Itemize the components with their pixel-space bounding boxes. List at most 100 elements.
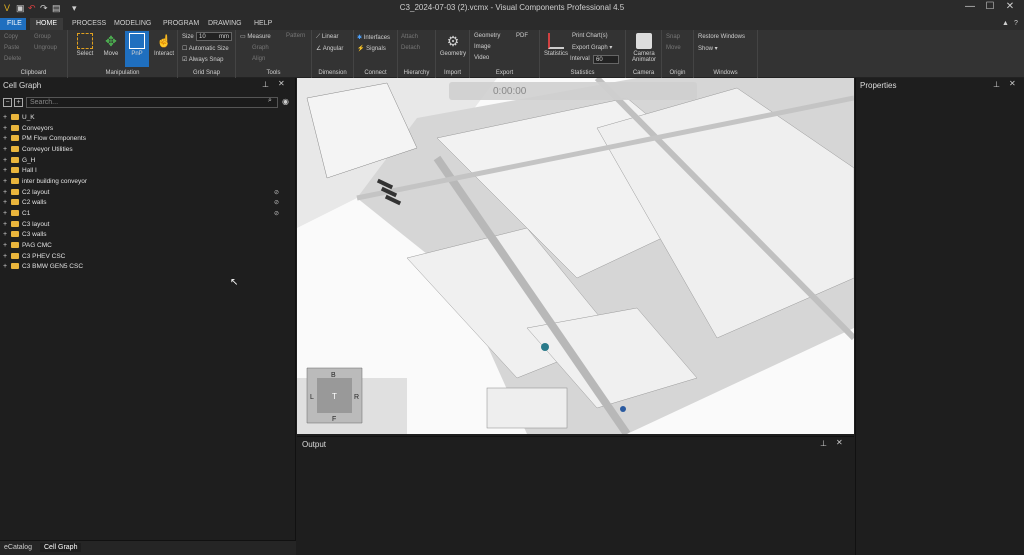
close-panel-icon[interactable]: ✕ [836, 438, 843, 447]
statistics-button[interactable]: Statistics [543, 33, 569, 57]
grid-snap-group: Size 10 mm ☐ Automatic Size ☑ Always Sna… [178, 30, 236, 78]
expand-icon[interactable]: + [3, 156, 11, 166]
tree-item-hall-i[interactable]: + Hall I [3, 166, 37, 176]
tab-process[interactable]: PROCESS [66, 18, 112, 30]
pdf-button[interactable]: PDF [516, 33, 528, 39]
pnp-button[interactable]: PnP [125, 31, 149, 67]
tab-ecatalog[interactable]: eCatalog [0, 543, 36, 552]
expand-icon[interactable]: + [3, 198, 11, 208]
expand-icon[interactable]: + [3, 177, 11, 187]
group-button[interactable]: Group [34, 34, 51, 40]
ungroup-button[interactable]: Ungroup [34, 45, 57, 51]
expand-icon[interactable]: + [3, 252, 11, 262]
navcube-front[interactable]: F [332, 416, 336, 423]
maximize-button[interactable]: ☐ [980, 1, 1000, 12]
interact-button[interactable]: ☝ Interact [152, 33, 176, 57]
close-panel-icon[interactable]: ✕ [1009, 79, 1016, 88]
signals-button[interactable]: ⚡ Signals [357, 45, 386, 52]
expand-icon[interactable]: + [3, 124, 11, 134]
linear-button[interactable]: ⟋ Linear [316, 34, 339, 41]
search-input[interactable]: Search... [26, 97, 278, 108]
tree-item-pag-cmc[interactable]: + PAG CMC [3, 241, 52, 251]
tab-modeling[interactable]: MODELING [108, 18, 157, 30]
expand-icon[interactable]: + [3, 134, 11, 144]
tab-help[interactable]: HELP [248, 18, 278, 30]
origin-snap-button[interactable]: Snap [666, 34, 680, 40]
tab-drawing[interactable]: DRAWING [202, 18, 248, 30]
move-button[interactable]: ✥ Move [100, 33, 122, 57]
3d-viewport[interactable]: 0:00:00 B L T R F [297, 78, 854, 434]
camera-animator-button[interactable]: Camera Animator [628, 33, 660, 63]
tab-file[interactable]: FILE [0, 18, 26, 30]
expand-icon[interactable]: + [3, 209, 11, 219]
navcube-top[interactable]: T [332, 392, 337, 401]
print-charts-button[interactable]: Print Chart(s) [572, 33, 608, 39]
expand-icon[interactable]: + [3, 241, 11, 251]
hidden-eye-icon[interactable]: ⊘ [274, 189, 282, 196]
expand-icon[interactable]: + [3, 188, 11, 198]
tree-item-c3-layout[interactable]: + C3 layout [3, 220, 49, 230]
delete-button[interactable]: Delete [4, 56, 21, 62]
tree-item-c3-bmw-gen5-csc[interactable]: + C3 BMW GEN5 CSC [3, 262, 83, 272]
export-graph-button[interactable]: Export Graph ▾ [572, 44, 612, 51]
pin-icon[interactable]: ⊥ [820, 439, 827, 448]
expand-icon[interactable]: + [3, 166, 11, 176]
tree-item-g-h[interactable]: + G_H [3, 156, 35, 166]
select-button[interactable]: Select [74, 33, 96, 57]
pin-icon[interactable]: ⊥ [993, 80, 1000, 89]
restore-windows-button[interactable]: Restore Windows [698, 34, 745, 40]
tab-program[interactable]: PROGRAM [157, 18, 205, 30]
tab-home[interactable]: HOME [30, 18, 63, 30]
video-button[interactable]: Video [474, 55, 489, 61]
expand-icon[interactable]: + [3, 262, 11, 272]
pin-icon[interactable]: ⊥ [262, 80, 269, 89]
export-geometry-button[interactable]: Geometry [474, 33, 500, 39]
expand-icon[interactable]: + [3, 145, 11, 155]
help-icon[interactable]: ? [1008, 18, 1024, 30]
pattern-button[interactable]: Pattern [286, 33, 305, 39]
measure-button[interactable]: ▭ Measure [240, 33, 271, 40]
visibility-icon[interactable]: ◉ [282, 97, 289, 106]
tree-item-c2-layout[interactable]: + C2 layout [3, 188, 49, 198]
detach-button[interactable]: Detach [401, 45, 420, 51]
close-panel-icon[interactable]: ✕ [278, 79, 285, 88]
attach-button[interactable]: Attach [401, 34, 418, 40]
expand-icon[interactable]: + [3, 113, 11, 123]
close-button[interactable]: ✕ [1000, 1, 1020, 12]
hidden-eye-icon[interactable]: ⊘ [274, 210, 282, 217]
navcube-left[interactable]: L [310, 394, 314, 401]
tree-item-conveyor-utilities[interactable]: + Conveyor Utilities [3, 145, 73, 155]
tree-item-c3-phev-csc[interactable]: + C3 PHEV CSC [3, 252, 65, 262]
expand-icon[interactable]: + [3, 220, 11, 230]
tree-item-c2-walls[interactable]: + C2 walls [3, 198, 47, 208]
paste-button[interactable]: Paste [4, 45, 19, 51]
automatic-size-checkbox[interactable]: ☐ Automatic Size [182, 45, 229, 52]
navcube-right[interactable]: R [354, 394, 359, 401]
tree-item-u-k[interactable]: + U_K [3, 113, 35, 123]
tree-item-pm-flow-components[interactable]: + PM Flow Components [3, 134, 86, 144]
tree-item-c3-walls[interactable]: + C3 walls [3, 230, 47, 240]
size-input[interactable]: 10 mm [196, 32, 232, 41]
angular-button[interactable]: ∠ Angular [316, 45, 343, 52]
always-snap-checkbox[interactable]: ☑ Always Snap [182, 56, 223, 63]
tree-item-inter-building-conveyor[interactable]: + inter building conveyor [3, 177, 87, 187]
show-button[interactable]: Show ▾ [698, 45, 718, 52]
import-geometry-button[interactable]: ⚙ Geometry [438, 33, 468, 57]
origin-move-button[interactable]: Move [666, 45, 681, 51]
minimize-button[interactable]: — [960, 1, 980, 12]
tree-item-c1[interactable]: + C1 [3, 209, 30, 219]
navcube-back[interactable]: B [331, 372, 336, 379]
expand-icon[interactable]: + [3, 230, 11, 240]
hidden-eye-icon[interactable]: ⊘ [274, 199, 282, 206]
interfaces-button[interactable]: ✱ Interfaces [357, 34, 390, 41]
search-icon[interactable]: ⌕ [268, 97, 272, 105]
tab-cell-graph[interactable]: Cell Graph [40, 543, 82, 552]
expand-all-icon[interactable]: + [14, 98, 23, 107]
collapse-all-icon[interactable]: − [3, 98, 12, 107]
graph-button[interactable]: Graph [252, 45, 269, 51]
interval-input[interactable]: 60 [593, 55, 619, 64]
copy-button[interactable]: Copy [4, 34, 18, 40]
align-button[interactable]: Align [252, 56, 265, 62]
tree-item-conveyors[interactable]: + Conveyors [3, 124, 53, 134]
image-button[interactable]: Image [474, 44, 491, 50]
